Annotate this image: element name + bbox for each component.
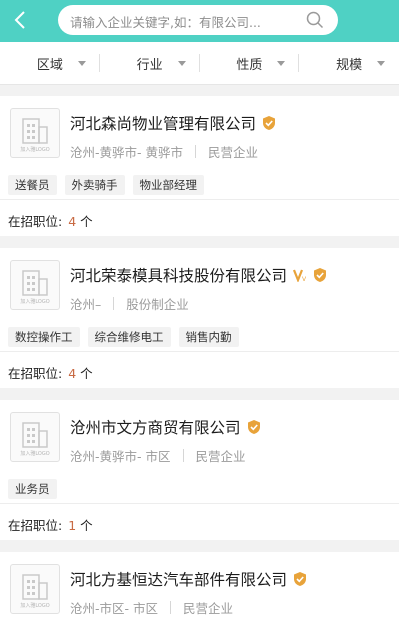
logo-caption: 加入雅LOGO: [20, 451, 50, 457]
verified-shield-icon: [247, 420, 260, 434]
company-name[interactable]: 河北荣泰模具科技股份有限公司 V: [70, 264, 327, 286]
search-placeholder: 请输入企业关键字,如：有限公司...: [70, 15, 261, 30]
verified-shield-icon: [263, 116, 276, 130]
open-positions-unit: 个: [80, 214, 93, 229]
filter-region[interactable]: 区域: [0, 42, 100, 84]
open-positions-row[interactable]: 在招职位: 1 个: [0, 503, 399, 542]
filter-bar: 区域 行业 性质 规模: [0, 42, 399, 85]
company-name[interactable]: 河北森尚物业管理有限公司: [70, 112, 276, 134]
company-logo-placeholder: 加入雅LOGO: [10, 564, 60, 614]
dropdown-arrow-icon: [377, 61, 385, 66]
company-meta: 沧州-市区- 市区 民营企业: [70, 598, 233, 617]
divider: [195, 145, 196, 158]
company-card[interactable]: 加入雅LOGO 河北方基恒达汽车部件有限公司 沧州-市区- 市区 民营企业: [0, 552, 399, 632]
company-location: 沧州-黄骅市- 黄骅市: [70, 145, 183, 160]
filter-label: 规模: [336, 57, 363, 73]
job-tag[interactable]: 物业部经理: [132, 175, 204, 195]
company-type: 民营企业: [183, 601, 234, 616]
search-icon[interactable]: [306, 11, 324, 29]
job-tag[interactable]: 销售内勤: [178, 327, 239, 347]
company-card[interactable]: 加入雅LOGO 河北森尚物业管理有限公司 沧州-黄骅市- 黄骅市 民营企业 送餐…: [0, 96, 399, 236]
building-icon: [22, 270, 48, 296]
company-name-text: 河北方基恒达汽车部件有限公司: [70, 571, 288, 589]
filter-label: 性质: [236, 57, 263, 73]
company-location: 沧州-市区- 市区: [70, 601, 158, 616]
back-arrow-icon[interactable]: [8, 8, 32, 32]
logo-caption: 加入雅LOGO: [20, 603, 50, 609]
building-icon: [22, 118, 48, 144]
open-positions-count: 1: [68, 518, 77, 533]
open-positions-count: 4: [68, 366, 77, 381]
job-tag[interactable]: 业务员: [8, 479, 57, 499]
open-positions-row[interactable]: 在招职位: 4 个: [0, 351, 399, 390]
open-positions-unit: 个: [80, 366, 93, 381]
divider: [170, 601, 171, 614]
verified-shield-icon: [314, 268, 327, 282]
building-icon: [22, 422, 48, 448]
company-logo-placeholder: 加入雅LOGO: [10, 108, 60, 158]
job-tag[interactable]: 送餐员: [8, 175, 57, 195]
divider: [113, 297, 115, 310]
company-name-text: 河北荣泰模具科技股份有限公司: [70, 267, 288, 285]
filter-scale[interactable]: 规模: [299, 42, 399, 84]
company-card[interactable]: 加入雅LOGO 沧州市文方商贸有限公司 沧州-黄骅市- 市区 民营企业 业务员 …: [0, 400, 399, 540]
job-tags: 业务员: [8, 479, 57, 499]
company-card[interactable]: 加入雅LOGO 河北荣泰模具科技股份有限公司 V 沧州– 股份制企业 数控操作工: [0, 248, 399, 388]
company-name-text: 沧州市文方商贸有限公司: [70, 419, 241, 437]
open-positions-count: 4: [68, 214, 77, 229]
company-type: 民营企业: [208, 145, 259, 160]
dropdown-arrow-icon: [177, 61, 186, 66]
job-tags: 数控操作工 综合维修电工 销售内勤: [8, 327, 239, 347]
svg-text:V: V: [302, 276, 307, 282]
open-positions-unit: 个: [80, 518, 93, 533]
logo-caption: 加入雅LOGO: [20, 299, 50, 305]
filter-nature[interactable]: 性质: [200, 42, 300, 84]
filter-industry[interactable]: 行业: [100, 42, 200, 84]
building-icon: [22, 574, 48, 600]
company-name[interactable]: 沧州市文方商贸有限公司: [70, 416, 261, 438]
company-name[interactable]: 河北方基恒达汽车部件有限公司: [70, 568, 307, 590]
company-meta: 沧州-黄骅市- 市区 民营企业: [70, 446, 246, 465]
filter-label: 行业: [136, 57, 163, 73]
verified-shield-icon: [294, 572, 307, 586]
dropdown-arrow-icon: [77, 61, 86, 66]
company-type: 民营企业: [195, 449, 246, 464]
company-logo-placeholder: 加入雅LOGO: [10, 260, 60, 310]
job-tag[interactable]: 外卖骑手: [64, 175, 125, 195]
open-positions-label: 在招职位:: [8, 214, 63, 229]
company-location: 沧州-黄骅市- 市区: [70, 449, 171, 464]
job-tags: 送餐员 外卖骑手 物业部经理: [8, 175, 204, 195]
filter-label: 区域: [36, 57, 63, 73]
divider: [182, 449, 184, 462]
company-location: 沧州–: [70, 297, 102, 312]
top-bar: 请输入企业关键字,如：有限公司...: [0, 0, 399, 42]
open-positions-label: 在招职位:: [8, 366, 63, 381]
company-list: 加入雅LOGO 河北森尚物业管理有限公司 沧州-黄骅市- 黄骅市 民营企业 送餐…: [0, 96, 399, 632]
company-meta: 沧州-黄骅市- 黄骅市 民营企业: [70, 142, 258, 161]
company-type: 股份制企业: [126, 297, 189, 312]
dropdown-arrow-icon: [277, 61, 286, 66]
search-box[interactable]: 请输入企业关键字,如：有限公司...: [58, 5, 338, 35]
company-logo-placeholder: 加入雅LOGO: [10, 412, 60, 462]
job-tag[interactable]: 综合维修电工: [87, 327, 171, 347]
open-positions-label: 在招职位:: [8, 518, 63, 533]
job-tag[interactable]: 数控操作工: [8, 327, 80, 347]
logo-caption: 加入雅LOGO: [20, 147, 50, 153]
vip-badge-icon: V: [293, 269, 307, 282]
company-meta: 沧州– 股份制企业: [70, 294, 189, 313]
open-positions-row[interactable]: 在招职位: 4 个: [0, 199, 399, 238]
company-name-text: 河北森尚物业管理有限公司: [70, 115, 257, 133]
